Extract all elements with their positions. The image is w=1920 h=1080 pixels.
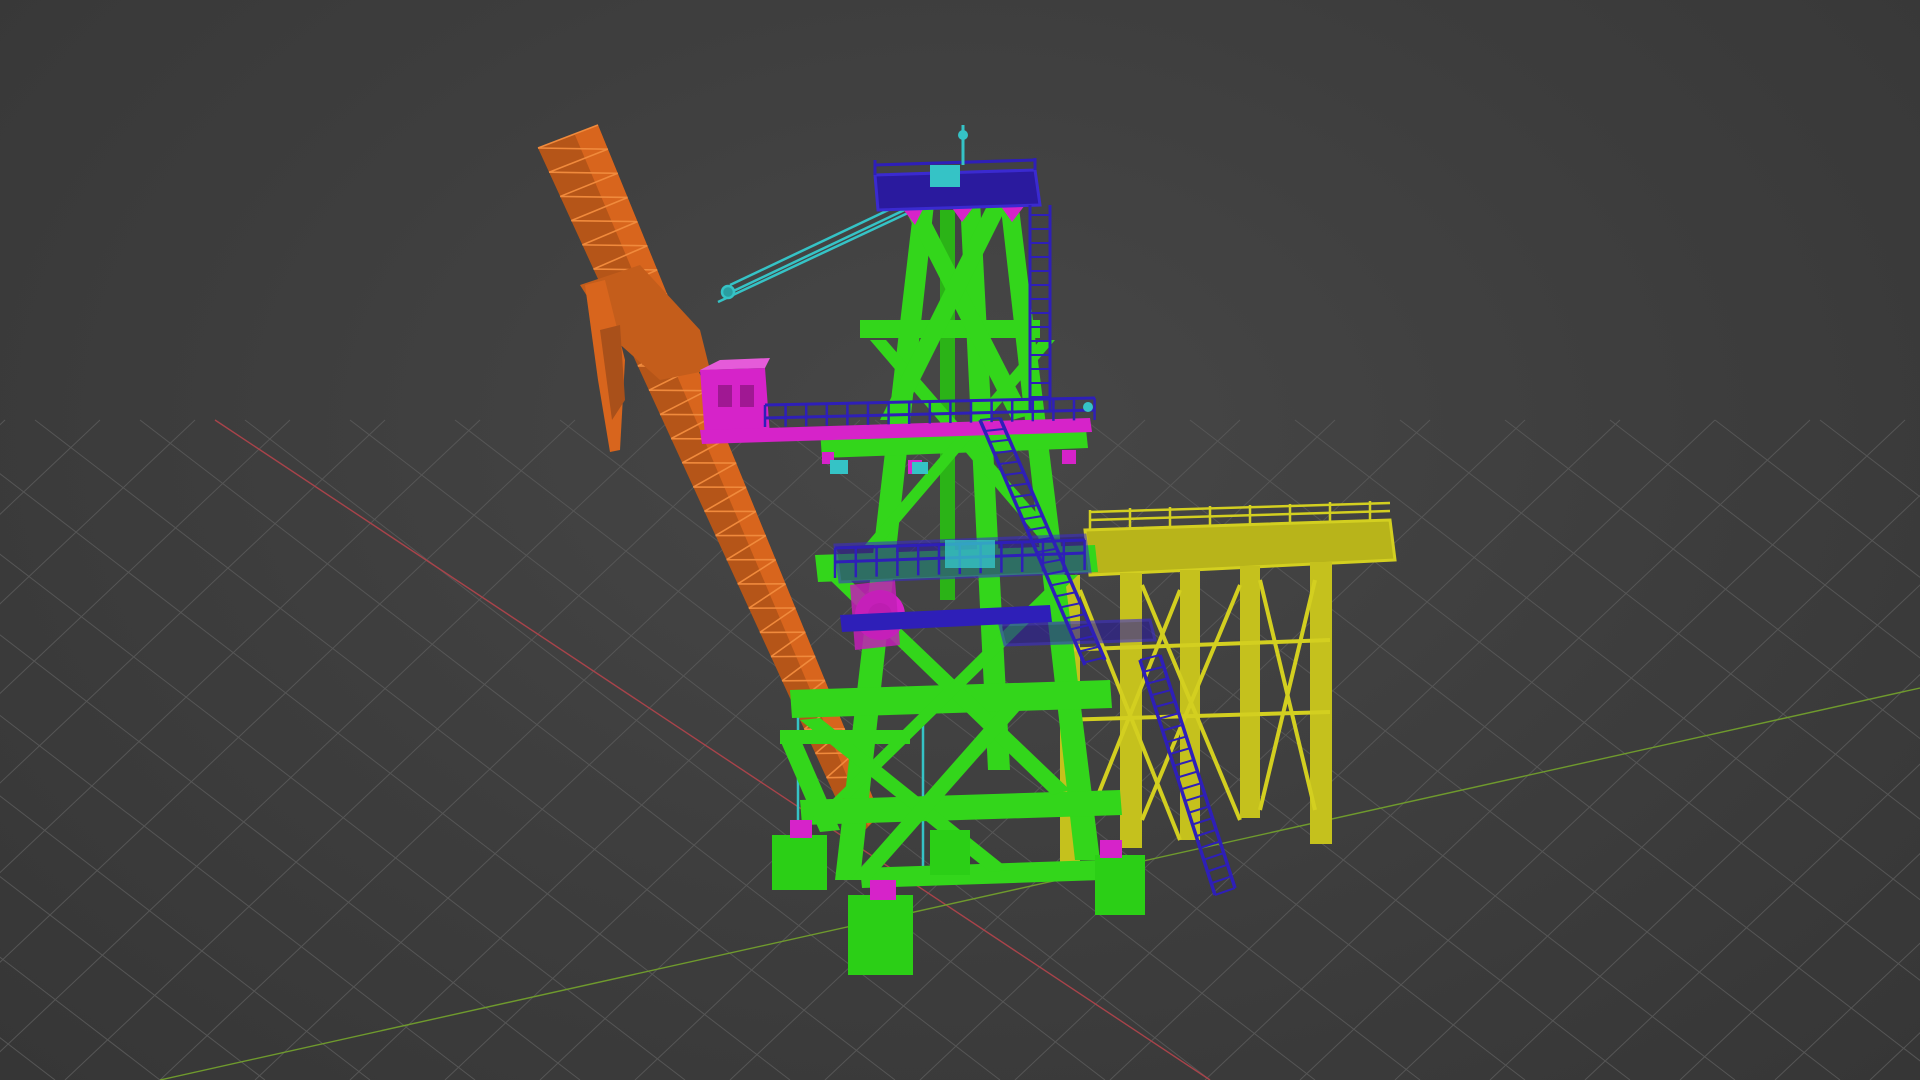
grid-line [1609, 419, 1920, 659]
grid-line [0, 419, 6, 426]
scene-canvas[interactable] [0, 0, 1920, 1080]
grid-line [1774, 942, 1920, 1080]
boom-lattice-diagonal [560, 195, 628, 199]
stair-tread [1154, 700, 1176, 708]
3d-viewport[interactable] [0, 0, 1920, 1080]
stair-tread [1139, 654, 1161, 661]
grid-line [1394, 584, 1920, 1080]
grid-line [0, 634, 581, 1080]
grid-line [0, 419, 101, 515]
grid-line [1584, 763, 1920, 1080]
grid-line [0, 714, 476, 1080]
tower-frame[interactable] [772, 195, 1145, 975]
grid-line [0, 419, 196, 605]
grid-line [34, 419, 896, 1080]
grid-line [0, 419, 386, 784]
boom-lattice-diagonal [593, 268, 658, 271]
grid-line [824, 419, 1526, 1080]
grid-line [1504, 419, 1920, 740]
boom-lattice-diagonal [582, 244, 648, 247]
top-ladder-rungs [1030, 214, 1050, 398]
grid-line [1714, 419, 1920, 578]
stair-tread [1083, 656, 1105, 664]
floor-grid [0, 419, 1920, 1080]
grid-line [0, 1037, 56, 1080]
grid-line [0, 419, 291, 695]
stair-tread [1210, 875, 1232, 885]
grid-line [0, 419, 481, 874]
boom-lattice-diagonal [571, 219, 638, 223]
stair-tread [1207, 863, 1228, 873]
y-axis-line [159, 687, 1920, 1080]
stair-tread [1150, 688, 1172, 697]
grid-line [1819, 419, 1920, 498]
grid-line [0, 553, 686, 1080]
grid-line [1399, 419, 1920, 820]
grid-line [64, 419, 766, 1080]
stair-tread [1147, 677, 1168, 685]
boom-lattice-diagonal [549, 171, 618, 175]
stair-tread [1203, 852, 1225, 861]
grid-line [0, 419, 576, 963]
grid-line [0, 473, 791, 1080]
stair-tread [1008, 482, 1029, 488]
grid-line [1109, 419, 1811, 1080]
stair-tread [998, 460, 1020, 466]
stair-tread [1003, 471, 1024, 477]
